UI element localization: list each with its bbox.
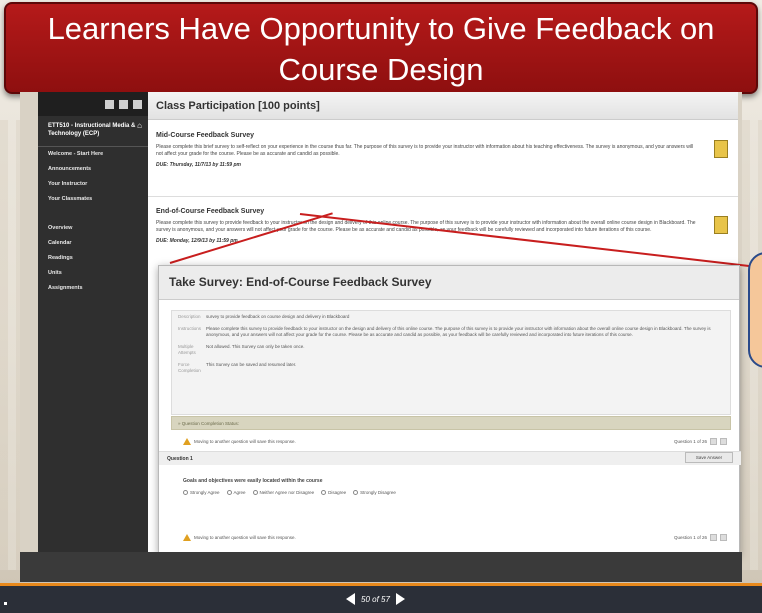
save-warning: Moving to another question will save thi… xyxy=(183,534,296,541)
sidebar-item-welcome[interactable]: Welcome - Start Here xyxy=(38,147,148,162)
sidebar-toolbar xyxy=(38,92,148,116)
sidebar-item-overview[interactable]: Overview xyxy=(38,221,148,236)
mid-survey-due: DUE: Thursday, 11/7/13 by 11:59 pm xyxy=(156,162,241,168)
radio-icon[interactable] xyxy=(353,490,359,495)
answer-options: Strongly Agree Agree Neither Agree nor D… xyxy=(183,490,396,495)
question-heading: Question 1 xyxy=(159,451,741,465)
course-sidebar: ETT510 - Instructional Media & Technolog… xyxy=(38,92,148,552)
description-label: Description xyxy=(178,314,201,319)
sidebar-item-classmates[interactable]: Your Classmates xyxy=(38,192,148,207)
sidebar-item-assignments[interactable]: Assignments xyxy=(38,281,148,296)
next-question-icon[interactable] xyxy=(710,438,717,445)
radio-icon[interactable] xyxy=(252,490,258,495)
save-warning: Moving to another question will save thi… xyxy=(183,438,296,445)
option-strongly-agree[interactable]: Strongly Agree xyxy=(183,490,220,495)
sidebar-item-units[interactable]: Units xyxy=(38,266,148,281)
option-strongly-disagree[interactable]: Strongly Disagree xyxy=(353,490,396,495)
question-text: Goals and objectives were easily located… xyxy=(183,478,323,484)
home-icon[interactable]: ⌂ xyxy=(137,122,142,130)
survey-instructions-row: Instructions Please complete this survey… xyxy=(172,323,730,341)
survey-force-row: Force Completion This Survey can be save… xyxy=(172,359,730,377)
sidebar-item-instructor[interactable]: Your Instructor xyxy=(38,177,148,192)
slide-title: Learners Have Opportunity to Give Feedba… xyxy=(4,2,758,94)
question-count: Question 1 of 26 xyxy=(673,439,707,444)
question-pager: Question 1 of 26 xyxy=(674,534,727,541)
save-answer-button[interactable]: Save Answer xyxy=(685,452,733,463)
previous-slide-icon[interactable] xyxy=(346,593,355,605)
callout-shape xyxy=(748,252,762,368)
player-indicator xyxy=(4,602,7,605)
question-count: Question 1 of 26 xyxy=(673,535,707,540)
survey-info-box: Description survey to provide feedback o… xyxy=(171,310,731,415)
end-survey-link[interactable]: End-of-Course Feedback Survey xyxy=(156,208,730,215)
attempts-text: Not allowed. This Survey can only be tak… xyxy=(206,344,305,349)
slide-footer-band xyxy=(20,552,742,582)
sidebar-toggle-icon[interactable] xyxy=(105,99,114,109)
mid-survey-description: Please complete this brief survey to sel… xyxy=(156,144,694,157)
warning-icon xyxy=(183,534,191,541)
course-title-label: ETT510 - Instructional Media & Technolog… xyxy=(48,123,136,137)
warning-text: Moving to another question will save thi… xyxy=(194,535,296,540)
survey-attempts-row: Multiple Attempts Not allowed. This Surv… xyxy=(172,341,730,359)
divider xyxy=(148,196,738,197)
warning-icon xyxy=(183,438,191,445)
sidebar-refresh-icon[interactable] xyxy=(133,99,142,109)
end-survey-item: End-of-Course Feedback Survey Please com… xyxy=(148,208,738,244)
description-text: survey to provide feedback on course des… xyxy=(206,314,350,319)
force-completion-label: Force Completion xyxy=(178,362,201,373)
course-title[interactable]: ETT510 - Instructional Media & Technolog… xyxy=(38,116,148,147)
page-title: Class Participation [100 points] xyxy=(148,92,738,120)
take-survey-panel: Take Survey: End-of-Course Feedback Surv… xyxy=(158,265,741,555)
slide-navigation: 50 of 57 xyxy=(346,593,405,605)
mid-survey-link[interactable]: Mid-Course Feedback Survey xyxy=(156,132,730,139)
question-pager: Question 1 of 26 xyxy=(674,438,727,445)
next-question-icon[interactable] xyxy=(710,534,717,541)
warning-text: Moving to another question will save thi… xyxy=(194,439,296,444)
survey-icon xyxy=(714,140,728,158)
mid-survey-item: Mid-Course Feedback Survey Please comple… xyxy=(148,132,738,168)
sidebar-menu-icon[interactable] xyxy=(119,99,128,109)
option-neither[interactable]: Neither Agree nor Disagree xyxy=(252,490,314,495)
sidebar-item-announcements[interactable]: Announcements xyxy=(38,162,148,177)
question-completion-status[interactable]: » Question Completion Status: xyxy=(171,416,731,430)
radio-icon[interactable] xyxy=(321,490,327,495)
survey-icon xyxy=(714,216,728,234)
instructions-label: Instructions xyxy=(178,326,202,331)
sidebar-item-readings[interactable]: Readings xyxy=(38,251,148,266)
survey-description-row: Description survey to provide feedback o… xyxy=(172,311,730,323)
force-completion-text: This Survey can be saved and resumed lat… xyxy=(206,362,297,367)
radio-icon[interactable] xyxy=(183,490,188,495)
instructions-text: Please complete this survey to provide f… xyxy=(206,326,711,337)
next-slide-icon[interactable] xyxy=(395,593,405,605)
survey-title: Take Survey: End-of-Course Feedback Surv… xyxy=(159,266,739,300)
page-counter: 50 of 57 xyxy=(361,594,390,604)
option-agree[interactable]: Agree xyxy=(226,490,246,495)
last-question-icon[interactable] xyxy=(720,438,727,445)
attempts-label: Multiple Attempts xyxy=(178,344,196,355)
radio-icon[interactable] xyxy=(226,490,232,495)
option-disagree[interactable]: Disagree xyxy=(321,490,346,495)
sidebar-item-calendar[interactable]: Calendar xyxy=(38,236,148,251)
last-question-icon[interactable] xyxy=(720,534,727,541)
